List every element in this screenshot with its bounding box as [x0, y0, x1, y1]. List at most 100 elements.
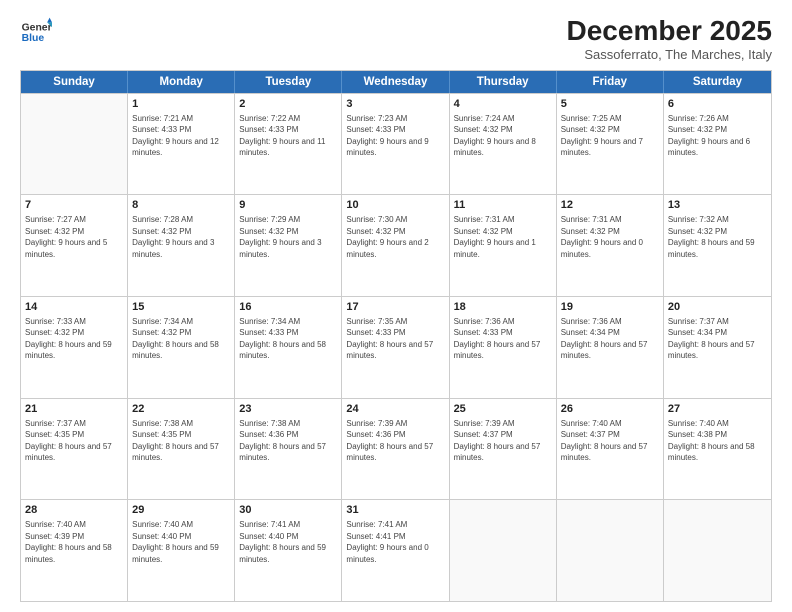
cal-cell-2-4: 18 Sunrise: 7:36 AMSunset: 4:33 PMDayligh…	[450, 297, 557, 398]
header-friday: Friday	[557, 71, 664, 93]
header: General Blue December 2025 Sassoferrato,…	[20, 16, 772, 62]
day-number: 23	[239, 402, 337, 417]
day-number: 12	[561, 198, 659, 213]
cal-cell-2-2: 16 Sunrise: 7:34 AMSunset: 4:33 PMDayligh…	[235, 297, 342, 398]
cal-cell-0-5: 5 Sunrise: 7:25 AMSunset: 4:32 PMDaylight…	[557, 94, 664, 195]
cal-cell-0-0	[21, 94, 128, 195]
cell-info: Sunrise: 7:36 AMSunset: 4:33 PMDaylight:…	[454, 317, 541, 360]
cal-cell-1-1: 8 Sunrise: 7:28 AMSunset: 4:32 PMDaylight…	[128, 195, 235, 296]
day-number: 28	[25, 503, 123, 518]
cal-cell-4-2: 30 Sunrise: 7:41 AMSunset: 4:40 PMDayligh…	[235, 500, 342, 601]
cell-info: Sunrise: 7:38 AMSunset: 4:36 PMDaylight:…	[239, 419, 326, 462]
day-number: 4	[454, 97, 552, 112]
logo: General Blue	[20, 16, 52, 48]
logo-icon: General Blue	[20, 16, 52, 48]
cal-cell-1-0: 7 Sunrise: 7:27 AMSunset: 4:32 PMDaylight…	[21, 195, 128, 296]
cal-cell-1-5: 12Sunrise: 7:31 AMSunset: 4:32 PMDayligh…	[557, 195, 664, 296]
cal-cell-1-4: 11Sunrise: 7:31 AMSunset: 4:32 PMDayligh…	[450, 195, 557, 296]
cell-info: Sunrise: 7:30 AMSunset: 4:32 PMDaylight:…	[346, 215, 428, 258]
day-number: 17	[346, 300, 444, 315]
day-number: 19	[561, 300, 659, 315]
day-number: 1	[132, 97, 230, 112]
cell-info: Sunrise: 7:32 AMSunset: 4:32 PMDaylight:…	[668, 215, 755, 258]
day-number: 2	[239, 97, 337, 112]
cell-info: Sunrise: 7:39 AMSunset: 4:36 PMDaylight:…	[346, 419, 433, 462]
day-number: 22	[132, 402, 230, 417]
header-monday: Monday	[128, 71, 235, 93]
day-number: 7	[25, 198, 123, 213]
day-number: 3	[346, 97, 444, 112]
cal-cell-2-0: 14Sunrise: 7:33 AMSunset: 4:32 PMDayligh…	[21, 297, 128, 398]
day-number: 30	[239, 503, 337, 518]
cal-row-0: 1 Sunrise: 7:21 AMSunset: 4:33 PMDaylight…	[21, 93, 771, 195]
day-number: 18	[454, 300, 552, 315]
calendar-body: 1 Sunrise: 7:21 AMSunset: 4:33 PMDaylight…	[21, 93, 771, 601]
cal-cell-4-0: 28 Sunrise: 7:40 AMSunset: 4:39 PMDayligh…	[21, 500, 128, 601]
cell-info: Sunrise: 7:41 AMSunset: 4:41 PMDaylight:…	[346, 520, 428, 563]
header-wednesday: Wednesday	[342, 71, 449, 93]
cell-info: Sunrise: 7:23 AMSunset: 4:33 PMDaylight:…	[346, 114, 428, 157]
cal-cell-3-3: 24Sunrise: 7:39 AMSunset: 4:36 PMDayligh…	[342, 399, 449, 500]
cell-info: Sunrise: 7:29 AMSunset: 4:32 PMDaylight:…	[239, 215, 321, 258]
cell-info: Sunrise: 7:25 AMSunset: 4:32 PMDaylight:…	[561, 114, 643, 157]
cal-row-3: 21 Sunrise: 7:37 AMSunset: 4:35 PMDayligh…	[21, 398, 771, 500]
day-number: 26	[561, 402, 659, 417]
cell-info: Sunrise: 7:24 AMSunset: 4:32 PMDaylight:…	[454, 114, 536, 157]
cell-info: Sunrise: 7:21 AMSunset: 4:33 PMDaylight:…	[132, 114, 219, 157]
day-number: 16	[239, 300, 337, 315]
day-number: 6	[668, 97, 767, 112]
cell-info: Sunrise: 7:22 AMSunset: 4:33 PMDaylight:…	[239, 114, 325, 157]
day-number: 25	[454, 402, 552, 417]
cal-row-1: 7 Sunrise: 7:27 AMSunset: 4:32 PMDaylight…	[21, 194, 771, 296]
cell-info: Sunrise: 7:34 AMSunset: 4:33 PMDaylight:…	[239, 317, 326, 360]
cal-cell-2-3: 17 Sunrise: 7:35 AMSunset: 4:33 PMDayligh…	[342, 297, 449, 398]
cal-cell-1-6: 13Sunrise: 7:32 AMSunset: 4:32 PMDayligh…	[664, 195, 771, 296]
cal-cell-0-3: 3 Sunrise: 7:23 AMSunset: 4:33 PMDaylight…	[342, 94, 449, 195]
cell-info: Sunrise: 7:37 AMSunset: 4:35 PMDaylight:…	[25, 419, 112, 462]
cell-info: Sunrise: 7:33 AMSunset: 4:32 PMDaylight:…	[25, 317, 112, 360]
day-number: 21	[25, 402, 123, 417]
cal-cell-3-0: 21 Sunrise: 7:37 AMSunset: 4:35 PMDayligh…	[21, 399, 128, 500]
day-number: 9	[239, 198, 337, 213]
cal-cell-3-6: 27 Sunrise: 7:40 AMSunset: 4:38 PMDayligh…	[664, 399, 771, 500]
cal-cell-2-5: 19Sunrise: 7:36 AMSunset: 4:34 PMDayligh…	[557, 297, 664, 398]
cell-info: Sunrise: 7:39 AMSunset: 4:37 PMDaylight:…	[454, 419, 541, 462]
month-title: December 2025	[567, 16, 772, 47]
cal-cell-0-2: 2 Sunrise: 7:22 AMSunset: 4:33 PMDaylight…	[235, 94, 342, 195]
header-sunday: Sunday	[21, 71, 128, 93]
cell-info: Sunrise: 7:40 AMSunset: 4:39 PMDaylight:…	[25, 520, 112, 563]
cell-info: Sunrise: 7:37 AMSunset: 4:34 PMDaylight:…	[668, 317, 755, 360]
cell-info: Sunrise: 7:35 AMSunset: 4:33 PMDaylight:…	[346, 317, 433, 360]
cell-info: Sunrise: 7:40 AMSunset: 4:38 PMDaylight:…	[668, 419, 755, 462]
cal-cell-4-4	[450, 500, 557, 601]
cal-cell-3-4: 25 Sunrise: 7:39 AMSunset: 4:37 PMDayligh…	[450, 399, 557, 500]
cal-cell-0-6: 6Sunrise: 7:26 AMSunset: 4:32 PMDaylight…	[664, 94, 771, 195]
header-saturday: Saturday	[664, 71, 771, 93]
cell-info: Sunrise: 7:41 AMSunset: 4:40 PMDaylight:…	[239, 520, 326, 563]
cal-row-2: 14Sunrise: 7:33 AMSunset: 4:32 PMDayligh…	[21, 296, 771, 398]
title-block: December 2025 Sassoferrato, The Marches,…	[567, 16, 772, 62]
day-number: 8	[132, 198, 230, 213]
cal-cell-3-1: 22Sunrise: 7:38 AMSunset: 4:35 PMDayligh…	[128, 399, 235, 500]
cell-info: Sunrise: 7:40 AMSunset: 4:40 PMDaylight:…	[132, 520, 219, 563]
day-number: 27	[668, 402, 767, 417]
cal-cell-1-3: 10 Sunrise: 7:30 AMSunset: 4:32 PMDayligh…	[342, 195, 449, 296]
cal-cell-0-1: 1 Sunrise: 7:21 AMSunset: 4:33 PMDaylight…	[128, 94, 235, 195]
day-number: 10	[346, 198, 444, 213]
day-number: 15	[132, 300, 230, 315]
cell-info: Sunrise: 7:28 AMSunset: 4:32 PMDaylight:…	[132, 215, 214, 258]
cal-row-4: 28 Sunrise: 7:40 AMSunset: 4:39 PMDayligh…	[21, 499, 771, 601]
svg-text:Blue: Blue	[22, 33, 45, 44]
cal-cell-3-2: 23 Sunrise: 7:38 AMSunset: 4:36 PMDayligh…	[235, 399, 342, 500]
day-number: 5	[561, 97, 659, 112]
page: General Blue December 2025 Sassoferrato,…	[0, 0, 792, 612]
cell-info: Sunrise: 7:27 AMSunset: 4:32 PMDaylight:…	[25, 215, 107, 258]
day-number: 20	[668, 300, 767, 315]
calendar: Sunday Monday Tuesday Wednesday Thursday…	[20, 70, 772, 602]
cal-cell-4-1: 29 Sunrise: 7:40 AMSunset: 4:40 PMDayligh…	[128, 500, 235, 601]
cal-cell-3-5: 26Sunrise: 7:40 AMSunset: 4:37 PMDayligh…	[557, 399, 664, 500]
cell-info: Sunrise: 7:34 AMSunset: 4:32 PMDaylight:…	[132, 317, 219, 360]
svg-text:General: General	[22, 22, 52, 33]
day-number: 29	[132, 503, 230, 518]
cal-cell-2-1: 15 Sunrise: 7:34 AMSunset: 4:32 PMDayligh…	[128, 297, 235, 398]
